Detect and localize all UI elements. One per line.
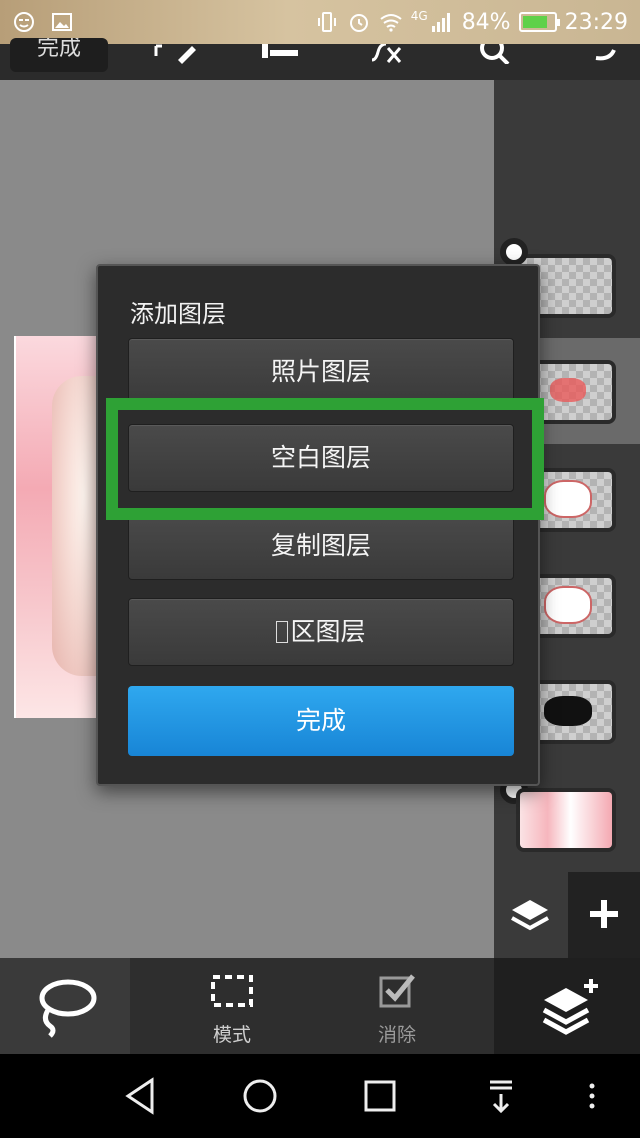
function-icon[interactable] [366,44,406,64]
erase-label: 消除 [377,1024,416,1046]
selection-layer-label: 区图层 [290,617,366,646]
lasso-tool-button[interactable] [0,958,130,1054]
layer-content [546,482,590,516]
duplicate-layer-option[interactable]: 复制图层 [128,512,514,580]
add-layer-icon [542,979,598,1035]
add-layer-button[interactable] [494,958,640,1054]
selection-layer-option[interactable]: 区图层 [128,598,514,666]
select-edit-icon[interactable] [154,44,198,64]
top-done-button[interactable]: 完成 [10,38,108,72]
lasso-icon [39,979,97,1038]
notification-pull-icon[interactable] [486,1074,516,1118]
image-icon [52,13,72,31]
layer-content [550,378,586,402]
face-icon [14,12,34,32]
layer-content [544,696,592,726]
mode-label: 模式 [212,1024,251,1046]
dialog-done-button[interactable]: 完成 [128,686,514,756]
missing-glyph [276,621,289,643]
align-icon[interactable] [260,44,300,64]
network-label: 4G [410,9,428,23]
layer-clip-dot [500,238,528,266]
layers-icon [511,900,549,931]
layers-toggle-button[interactable] [494,872,566,958]
erase-selection-button[interactable]: 消除 [332,974,462,1054]
top-toolbar: 完成 [0,38,640,80]
bottom-toolbar: 模式 消除 [0,958,640,1054]
recents-icon[interactable] [362,1074,398,1118]
android-nav-bar [0,1054,640,1138]
dialog-title: 添加图层 [130,300,226,328]
wifi-icon [380,14,402,32]
search-icon[interactable] [476,44,512,64]
add-layer-dialog: 添加图层 照片图层 空白图层 复制图层 区图层 完成 [96,264,540,786]
redo-icon[interactable] [590,44,620,64]
layer-content [546,588,590,622]
plus-icon [590,900,618,928]
mode-button[interactable]: 模式 [172,974,292,1054]
battery-fill [522,16,548,28]
checkbox-icon [379,974,415,1008]
back-icon[interactable] [122,1074,158,1118]
battery-percent: 84% [461,9,511,35]
vibrate-icon [317,12,336,32]
clock: 23:29 [564,9,628,35]
layer-thumbnail[interactable] [520,792,612,848]
selection-rect-icon [211,975,253,1007]
signal-icon [431,13,450,32]
highlight-box [106,398,544,520]
battery-icon [518,12,560,32]
home-icon[interactable] [240,1074,280,1118]
alarm-icon [349,14,368,32]
photo-layer-option[interactable]: 照片图层 [128,338,514,406]
more-vert-icon[interactable] [584,1074,600,1118]
add-layer-plus-button[interactable] [568,872,640,958]
